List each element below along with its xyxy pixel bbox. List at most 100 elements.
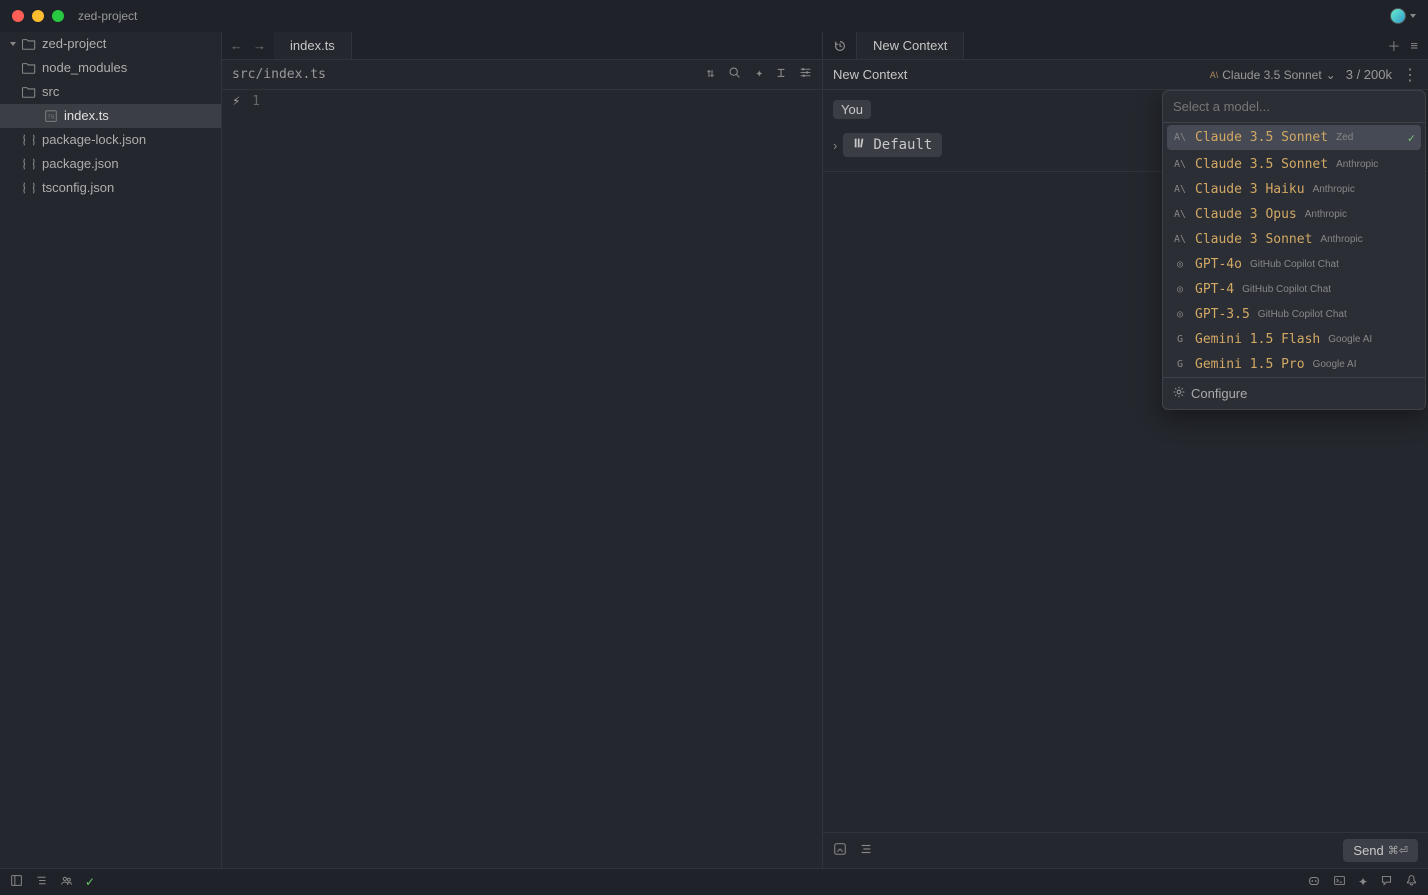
tree-item-package-lock[interactable]: package-lock.json (0, 128, 221, 152)
editor-tab-label: index.ts (290, 38, 335, 53)
model-option[interactable]: A\ Claude 3 Haiku Anthropic (1163, 177, 1425, 202)
model-option[interactable]: G Gemini 1.5 Pro Google AI (1163, 352, 1425, 377)
editor-body[interactable]: ⚡ 1 (222, 90, 822, 868)
code-action-icon[interactable]: ⚡ (232, 94, 240, 109)
context-footer: Send ⌘⏎ (823, 832, 1428, 868)
ts-file-icon: TS (44, 109, 58, 123)
project-panel-button[interactable] (10, 874, 23, 890)
assistant-status-icon[interactable]: ✦ (1358, 875, 1368, 889)
gear-icon (1173, 386, 1185, 401)
collab-panel-button[interactable] (60, 874, 73, 890)
tree-item-label: index.ts (64, 106, 109, 126)
model-search-input[interactable] (1163, 91, 1425, 123)
maximize-window-button[interactable] (52, 10, 64, 22)
model-picker-dropdown: A\ Claude 3.5 Sonnet Zed ✓ A\ Claude 3.5… (1162, 90, 1426, 410)
model-name: Claude 3 Opus (1195, 207, 1297, 222)
close-window-button[interactable] (12, 10, 24, 22)
token-count: 3 / 200k (1346, 67, 1392, 82)
model-option[interactable]: G Gemini 1.5 Flash Google AI (1163, 327, 1425, 352)
panel-menu-button[interactable]: ≡ (1410, 38, 1418, 53)
send-button[interactable]: Send ⌘⏎ (1343, 839, 1418, 862)
tree-item-tsconfig[interactable]: tsconfig.json (0, 176, 221, 200)
search-icon[interactable] (728, 66, 741, 83)
model-provider: Anthropic (1336, 159, 1378, 170)
insert-button[interactable] (859, 842, 873, 859)
minimize-window-button[interactable] (32, 10, 44, 22)
editor-tab-active[interactable]: index.ts (274, 32, 352, 59)
tree-item-node-modules[interactable]: node_modules (0, 56, 221, 80)
assistant-pane: New Context ＋ ≡ New Context A\ Claude 3.… (823, 32, 1428, 868)
configure-button[interactable]: Configure (1163, 377, 1425, 409)
context-title[interactable]: New Context (833, 67, 907, 82)
model-option[interactable]: A\ Claude 3.5 Sonnet Zed ✓ (1167, 125, 1421, 150)
google-icon: G (1173, 333, 1187, 347)
context-tab[interactable]: New Context (857, 32, 964, 59)
model-option[interactable]: A\ Claude 3 Opus Anthropic (1163, 202, 1425, 227)
tree-item-src[interactable]: src (0, 80, 221, 104)
assistant-icon[interactable]: ✦ (755, 66, 763, 83)
new-context-button[interactable]: ＋ (1387, 36, 1400, 55)
notifications-button[interactable] (1405, 874, 1418, 890)
anthropic-icon: A\ (1173, 183, 1187, 197)
role-chip-you[interactable]: You (833, 100, 871, 119)
copilot-icon: ◎ (1173, 258, 1187, 272)
model-provider: Google AI (1328, 334, 1372, 345)
model-option[interactable]: ◎ GPT-3.5 GitHub Copilot Chat (1163, 302, 1425, 327)
copilot-status-icon[interactable] (1307, 874, 1321, 891)
model-provider: Google AI (1313, 359, 1357, 370)
default-prompt-chip[interactable]: Default (843, 133, 942, 157)
settings-icon[interactable] (799, 66, 812, 83)
tree-item-package-json[interactable]: package.json (0, 152, 221, 176)
code-area[interactable] (270, 90, 822, 868)
send-label: Send (1353, 843, 1383, 858)
default-chip-label: Default (873, 137, 932, 153)
model-name: Claude 3.5 Sonnet (1195, 130, 1328, 145)
file-tree-sidebar: zed-project node_modules src TS index.ts (0, 32, 222, 868)
chevron-down-icon (10, 42, 16, 46)
google-icon: G (1173, 358, 1187, 372)
anthropic-icon: A\ (1173, 208, 1187, 222)
anthropic-icon: A\ (1210, 70, 1219, 80)
send-shortcut: ⌘⏎ (1388, 844, 1408, 857)
editor-gutter: ⚡ 1 (222, 90, 270, 868)
tree-item-index-ts[interactable]: TS index.ts (0, 104, 221, 128)
history-button[interactable] (823, 32, 857, 59)
folder-open-icon (22, 37, 36, 51)
check-icon: ✓ (1408, 131, 1415, 145)
copilot-icon: ◎ (1173, 308, 1187, 322)
model-option[interactable]: A\ Claude 3.5 Sonnet Anthropic (1163, 152, 1425, 177)
tree-item-label: package.json (42, 154, 119, 174)
project-root-label: zed-project (42, 34, 106, 54)
outline-panel-button[interactable] (35, 874, 48, 890)
breadcrumb-path[interactable]: src/index.ts (232, 67, 326, 82)
user-menu-chevron-icon[interactable] (1410, 14, 1416, 18)
chat-panel-button[interactable] (1380, 874, 1393, 890)
tree-item-label: tsconfig.json (42, 178, 114, 198)
project-root[interactable]: zed-project (0, 32, 221, 56)
model-option[interactable]: ◎ GPT-4o GitHub Copilot Chat (1163, 252, 1425, 277)
chevron-right-icon[interactable]: › (833, 138, 837, 153)
model-provider: Anthropic (1320, 234, 1362, 245)
tree-item-label: package-lock.json (42, 130, 146, 150)
user-avatar[interactable] (1390, 8, 1406, 24)
quote-selection-button[interactable] (833, 842, 847, 859)
model-option[interactable]: ◎ GPT-4 GitHub Copilot Chat (1163, 277, 1425, 302)
titlebar: zed-project (0, 0, 1428, 32)
cursor-icon[interactable]: ⌶ (777, 66, 785, 83)
diagnostics-ok-icon[interactable]: ✓ (85, 875, 95, 889)
context-menu-button[interactable]: ⋮ (1402, 65, 1418, 85)
diff-icon[interactable]: ⇅ (707, 66, 715, 83)
model-selector-button[interactable]: A\ Claude 3.5 Sonnet ⌄ (1210, 68, 1336, 82)
context-header: New Context A\ Claude 3.5 Sonnet ⌄ 3 / 2… (823, 60, 1428, 90)
model-option[interactable]: A\ Claude 3 Sonnet Anthropic (1163, 227, 1425, 252)
svg-text:TS: TS (48, 115, 55, 121)
json-file-icon (22, 157, 36, 171)
line-number: 1 (252, 94, 260, 109)
model-name: GPT-4o (1195, 257, 1242, 272)
folder-icon (22, 61, 36, 75)
nav-back-button[interactable]: ← (230, 38, 243, 53)
terminal-panel-button[interactable] (1333, 874, 1346, 890)
model-name: Gemini 1.5 Flash (1195, 332, 1320, 347)
model-label: Claude 3.5 Sonnet (1222, 68, 1321, 82)
nav-forward-button[interactable]: → (253, 38, 266, 53)
